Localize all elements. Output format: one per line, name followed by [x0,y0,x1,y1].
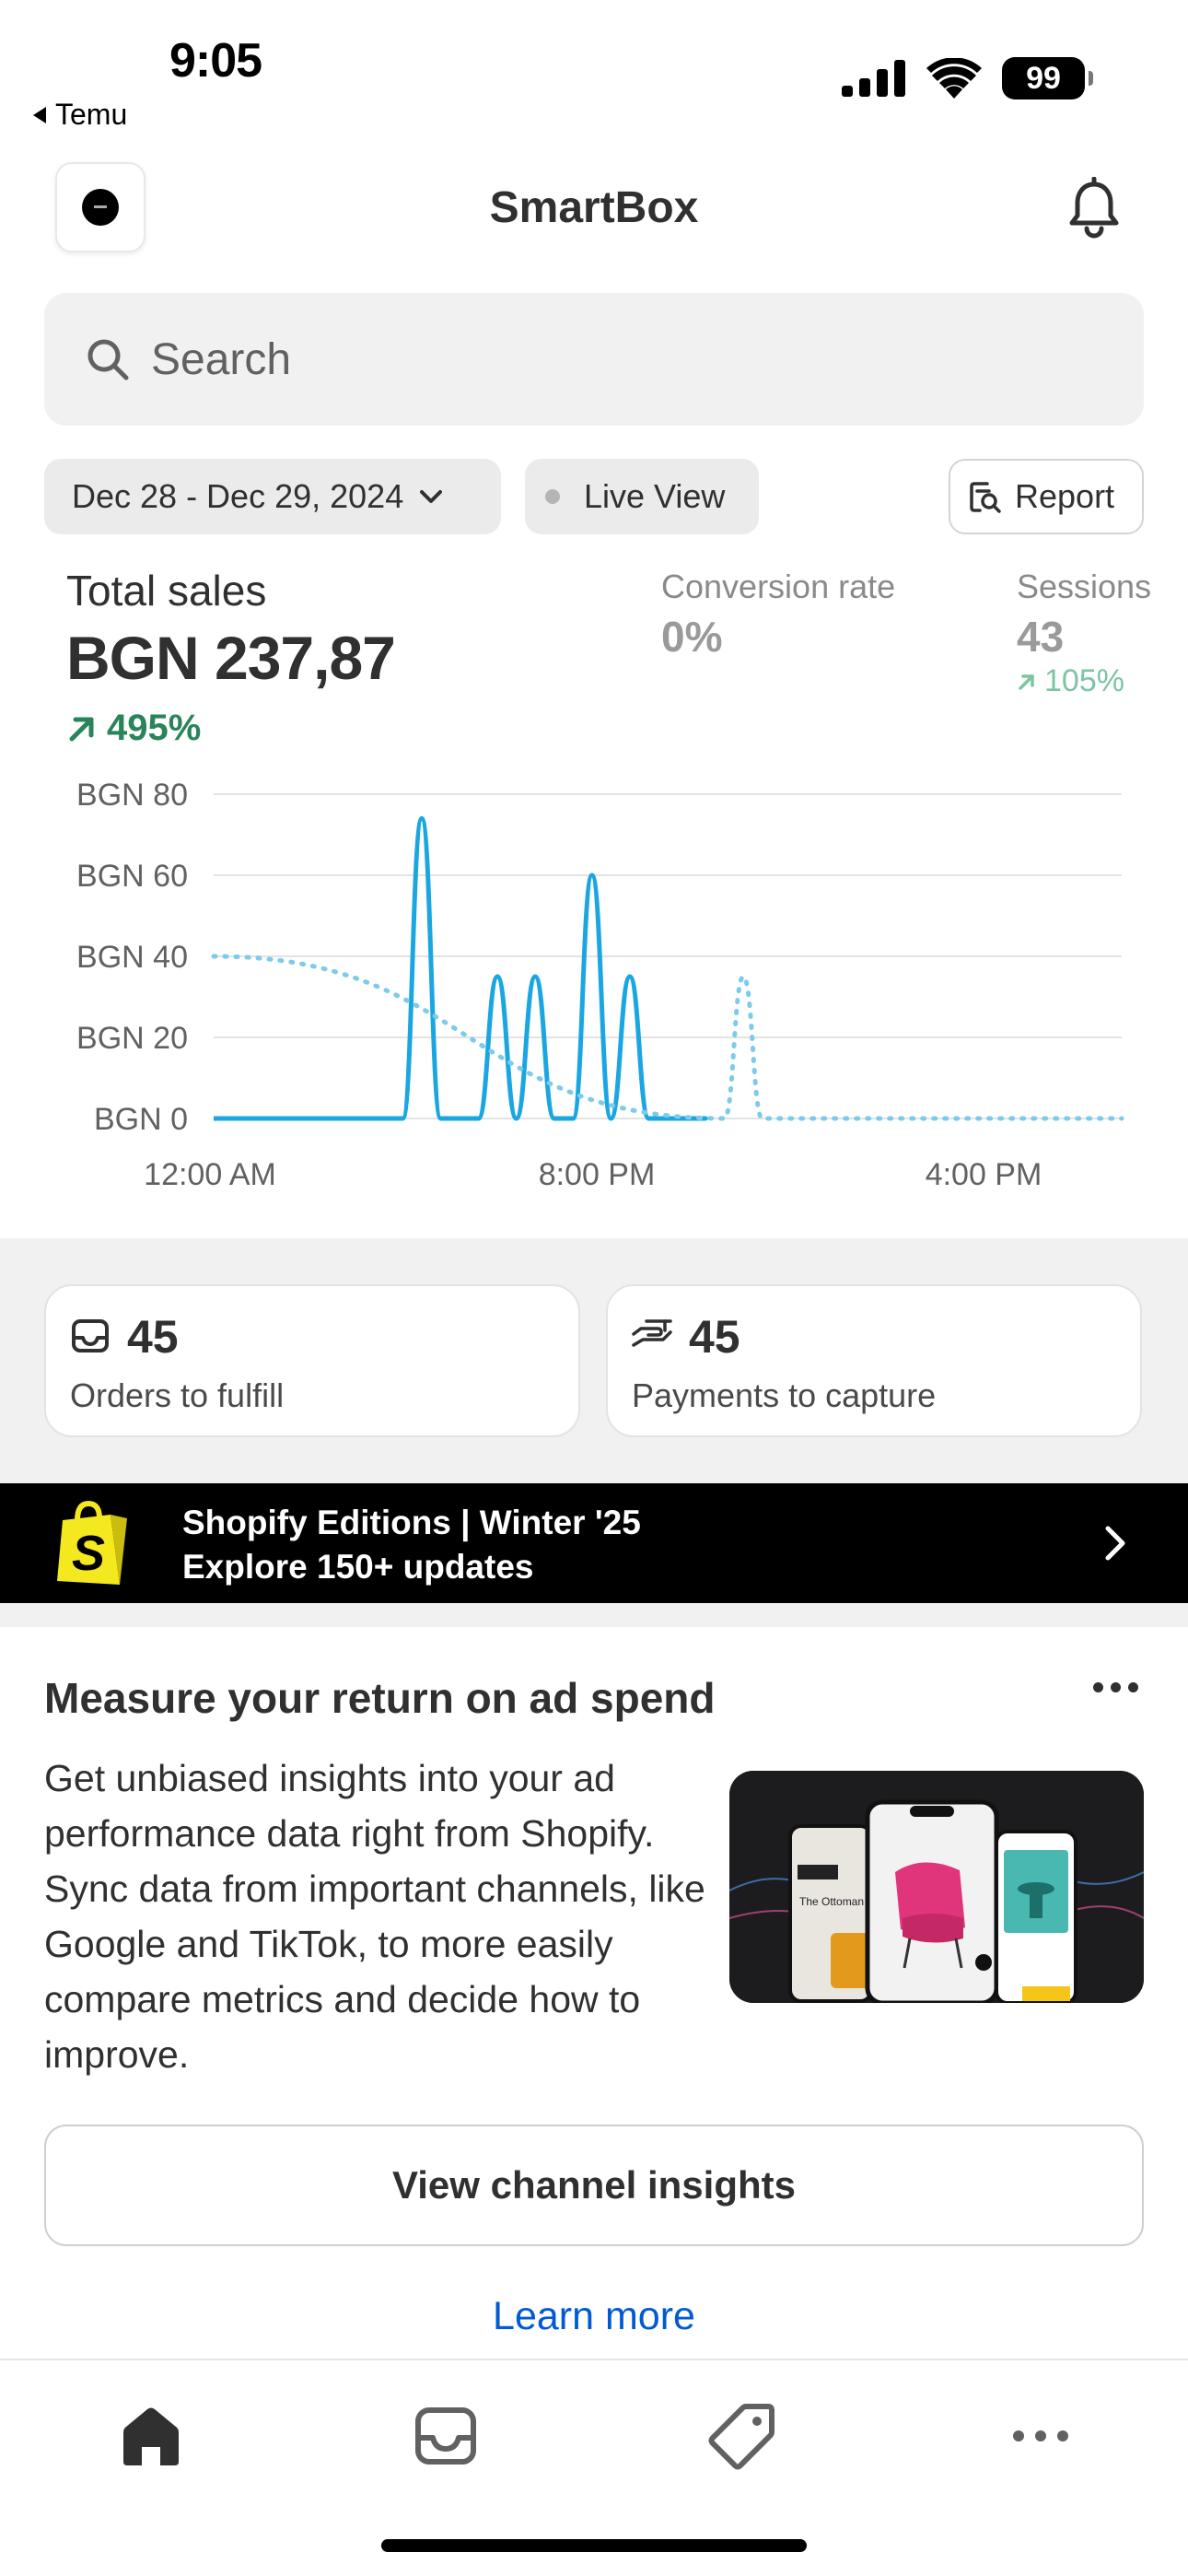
notifications-bell-icon[interactable] [1065,177,1124,241]
live-view-label: Live View [584,477,726,515]
total-sales-chart[interactable]: BGN 80 BGN 60 BGN 40 BGN 20 BGN 0 12:00 AM 8:0… [0,755,1188,1207]
payments-label: Payments to capture [632,1376,937,1414]
chevron-down-icon [420,490,443,503]
sessions-change-value: 105% [1044,663,1124,698]
chart-y-tick-label: BGN 0 [94,1102,188,1137]
date-range-selector[interactable]: Dec 28 - Dec 29, 2024 [44,459,501,534]
chart-y-tick-label: BGN 80 [76,778,188,813]
sessions-change: 105% [1017,663,1124,699]
chart-x-tick-label: 12:00 AM [144,1157,276,1192]
banner-title: Shopify Editions | Winter '25 [182,1504,641,1541]
total-sales-change-value: 495% [107,708,202,748]
arrow-up-right-icon [69,717,94,741]
banner-subtitle: Explore 150+ updates [182,1548,534,1586]
chevron-right-icon [1105,1526,1125,1561]
chart-x-tick-label: 4:00 PM [926,1157,1042,1192]
page-title: SmartBox [489,183,699,232]
promo-phones-image: The Ottoman Event [729,1771,1144,2003]
conversion-rate-value: 0% [661,613,723,661]
search-icon [87,339,129,381]
home-icon[interactable] [114,2399,188,2473]
report-label: Report [1015,477,1115,515]
chart-y-tick-label: BGN 40 [76,940,188,975]
more-options-icon[interactable] [1093,1682,1138,1692]
status-bar: 9:05 Temu 99 [0,0,1188,147]
shopify-editions-banner[interactable]: S Shopify Editions | Winter '25 Explore … [0,1483,1188,1603]
report-search-icon [970,482,1001,513]
section-divider [0,1603,1188,1627]
hand-cash-icon [632,1319,672,1347]
payments-to-capture-card[interactable]: 45 Payments to capture [606,1284,1142,1437]
conversion-rate-label[interactable]: Conversion rate [661,568,895,606]
orders-count: 45 [127,1311,179,1363]
chart-y-tick-label: BGN 20 [76,1021,188,1056]
total-sales-change: 495% [66,708,201,749]
live-view-button[interactable]: Live View [525,459,759,534]
back-app-label: Temu [55,98,128,131]
wifi-icon [926,58,982,99]
svg-text:S: S [72,1526,105,1581]
chart-y-tick-label: BGN 60 [76,859,188,894]
cellular-signal-icon [842,60,905,97]
payments-count: 45 [689,1311,740,1363]
chart-x-tick-label: 8:00 PM [539,1157,656,1192]
battery-indicator: 99 [1002,57,1093,100]
inbox-tray-icon [72,1319,109,1352]
orders-label: Orders to fulfill [70,1376,285,1414]
learn-more-link[interactable]: Learn more [0,2294,1188,2339]
promo-title: Measure your return on ad spend [44,1674,716,1722]
app-header: SmartBox [0,158,1188,265]
sessions-label[interactable]: Sessions [1017,568,1151,606]
sessions-value: 43 [1017,613,1065,661]
summary-cards-band: 45 Orders to fulfill 45 Payments to capt… [0,1238,1188,1483]
promo-body: Get unbiased insights into your ad perfo… [44,1757,705,2076]
inbox-icon[interactable] [409,2399,483,2473]
search-input[interactable]: Search [44,293,1144,426]
orders-to-fulfill-card[interactable]: 45 Orders to fulfill [44,1284,580,1437]
more-icon[interactable] [1004,2399,1077,2473]
view-channel-insights-button[interactable]: View channel insights [44,2125,1144,2246]
shopify-bag-logo-icon: S [57,1500,127,1585]
total-sales-value: BGN 237,87 [66,624,396,692]
status-time: 9:05 [169,34,262,88]
chart-series-current-line [214,815,708,1121]
back-to-app-link[interactable]: Temu [33,98,127,132]
report-button[interactable]: Report [949,459,1144,534]
status-indicators: 99 [842,57,1093,100]
date-range-label: Dec 28 - Dec 29, 2024 [72,477,404,515]
search-placeholder: Search [151,334,292,384]
arrow-up-right-small-icon [1019,673,1034,690]
live-status-dot-icon [545,489,560,504]
tag-icon[interactable] [705,2399,779,2473]
back-triangle-icon [33,106,46,123]
total-sales-label[interactable]: Total sales [66,566,266,615]
home-indicator [381,2539,807,2552]
